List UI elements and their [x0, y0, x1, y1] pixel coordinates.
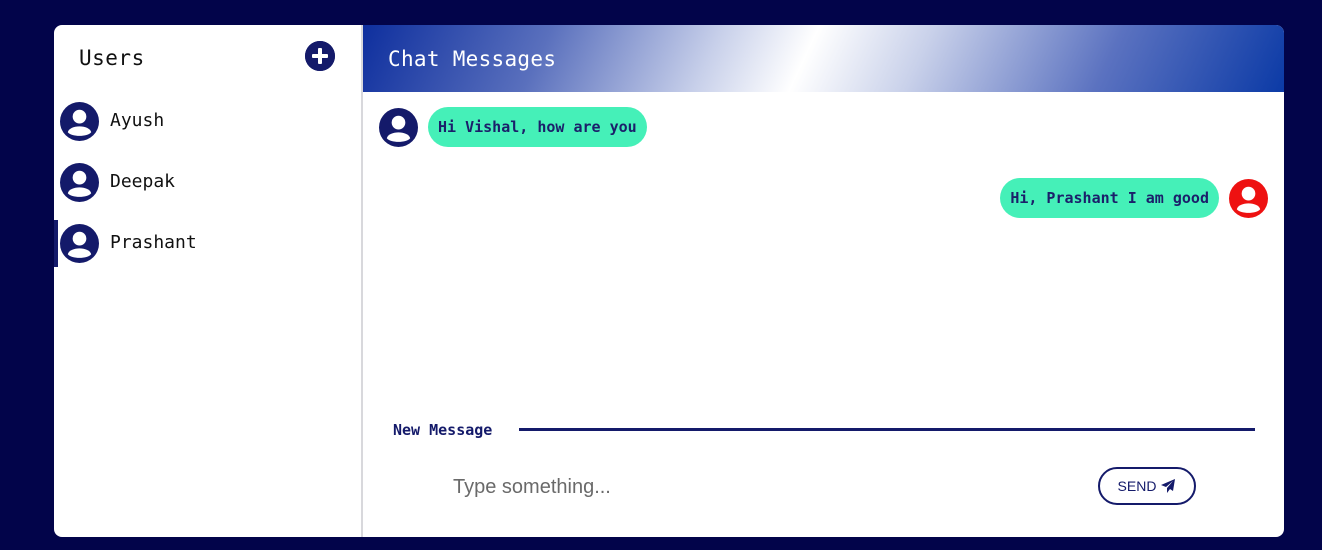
user-item-prashant[interactable]: Prashant — [54, 213, 361, 274]
plus-circle-icon — [305, 41, 335, 71]
message-bubble: Hi Vishal, how are you — [428, 107, 647, 147]
user-name: Ayush — [110, 110, 165, 131]
add-user-button[interactable] — [305, 41, 335, 71]
user-item-deepak[interactable]: Deepak — [54, 152, 361, 213]
message-outgoing: Hi, Prashant I am good — [1000, 178, 1268, 218]
chat-panel: Chat Messages Hi Vishal, how are you Hi,… — [363, 25, 1284, 537]
user-avatar-icon — [60, 224, 99, 263]
send-button[interactable]: SEND — [1098, 467, 1196, 505]
new-message-label: New Message — [393, 421, 493, 439]
sidebar-header: Users — [54, 25, 361, 91]
sidebar-title: Users — [79, 46, 145, 70]
message-input[interactable] — [451, 471, 1055, 503]
chat-header: Chat Messages — [363, 25, 1284, 92]
user-item-ayush[interactable]: Ayush — [54, 91, 361, 152]
chat-title: Chat Messages — [388, 47, 557, 71]
send-label: SEND — [1117, 478, 1157, 494]
user-avatar-icon — [60, 102, 99, 141]
divider — [519, 428, 1255, 431]
user-avatar-icon — [1229, 178, 1268, 218]
message-incoming: Hi Vishal, how are you — [379, 107, 647, 147]
chat-app: Users Ayush Deepak Prashant Chat Message… — [54, 25, 1284, 537]
user-avatar-icon — [60, 163, 99, 202]
user-name: Deepak — [110, 171, 176, 192]
message-bubble: Hi, Prashant I am good — [1000, 178, 1219, 218]
user-avatar-icon — [379, 107, 418, 147]
users-sidebar: Users Ayush Deepak Prashant — [54, 25, 363, 537]
paper-plane-icon — [1161, 479, 1176, 493]
user-name: Prashant — [110, 232, 197, 253]
